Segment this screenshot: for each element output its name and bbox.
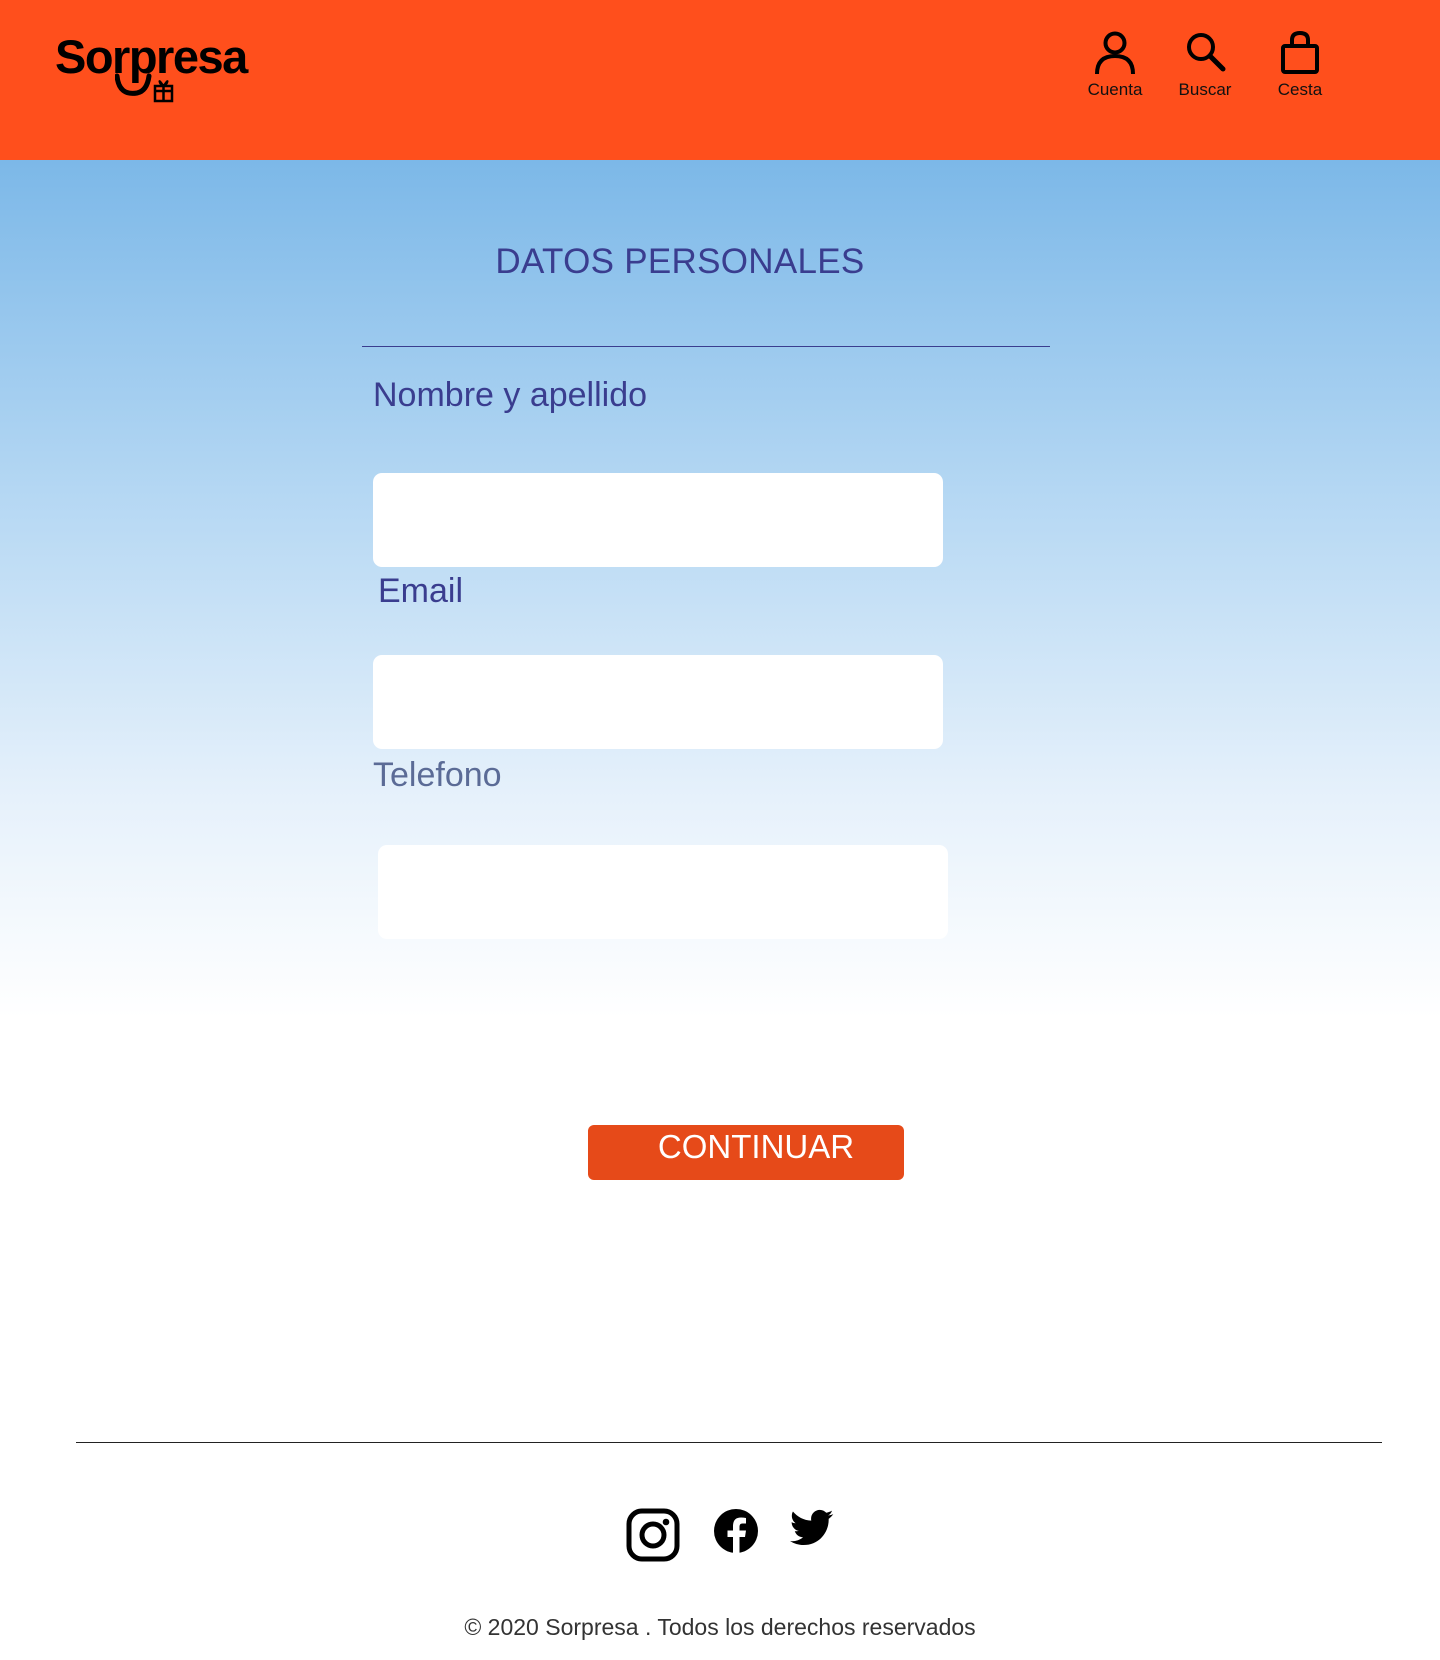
email-field[interactable] [373,655,943,749]
name-label: Nombre y apellido [373,376,648,414]
nav-search-label: Buscar [1178,80,1232,99]
phone-field[interactable] [378,845,948,939]
instagram-icon[interactable] [626,1508,680,1562]
page-title: DATOS PERSONALES [495,242,865,281]
phone-label: Telefono [373,756,502,794]
nav-basket-label: Cesta [1277,80,1323,99]
brand-logo[interactable]: Sorpresa [55,30,255,105]
checkout-form-section: DATOS PERSONALES Nombre y apellido Email… [0,160,1440,1260]
footer-divider [76,1442,1382,1443]
nav-search[interactable]: Buscar [1160,30,1250,100]
site-header: Sorpresa Cuenta Buscar Cesta [0,0,1440,160]
nav-account-label: Cuenta [1087,80,1143,99]
nav-account[interactable]: Cuenta [1070,30,1160,100]
twitter-icon[interactable] [790,1508,834,1548]
search-icon [1187,33,1226,72]
email-label: Email [378,572,464,610]
user-icon [1095,31,1135,75]
smile-gift-icon [115,73,174,103]
continue-button[interactable]: CONTINUAR [588,1125,904,1180]
copyright-text: © 2020 Sorpresa . Todos los derechos res… [464,1614,976,1640]
title-divider [362,346,1050,347]
shopping-bag-icon [1281,30,1319,74]
facebook-icon[interactable] [713,1508,759,1556]
nav-basket[interactable]: Cesta [1255,30,1345,100]
name-field[interactable] [373,473,943,567]
